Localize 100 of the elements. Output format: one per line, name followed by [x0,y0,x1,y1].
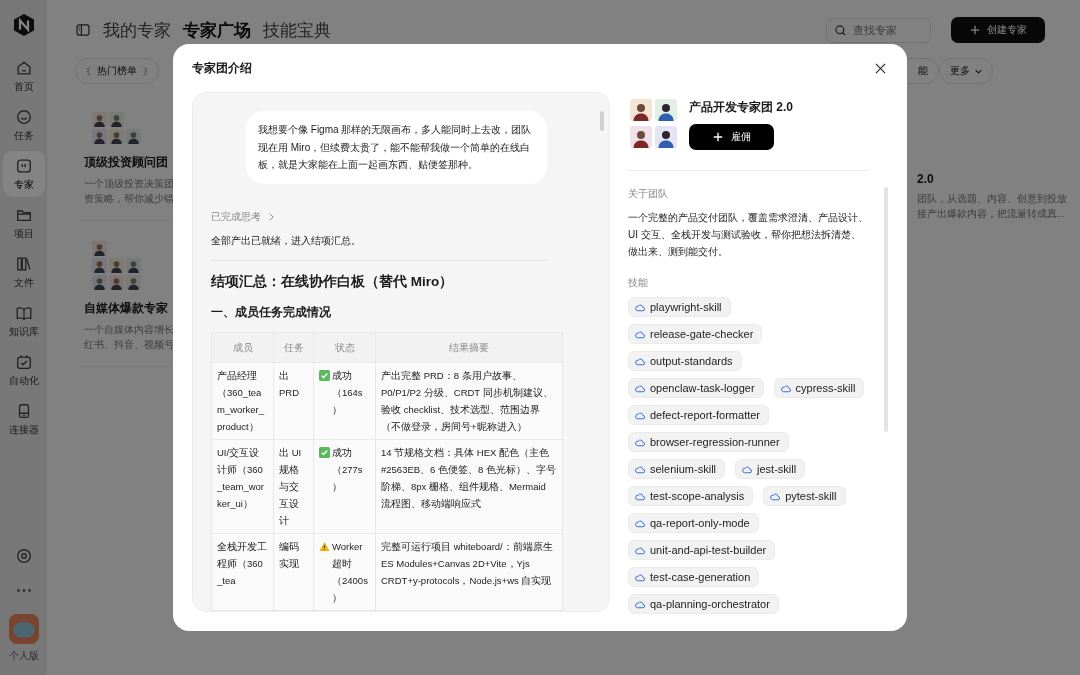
warning-icon [319,540,330,552]
skill-icon [742,464,753,474]
skill-icon [780,383,791,393]
check-icon [319,446,330,458]
account-label: 个人版 [8,649,39,663]
person-avatar [655,126,677,148]
column-header: 任务 [273,332,314,362]
header-tab[interactable]: 专家广场 [183,18,251,42]
skill-tag[interactable]: playwright-skill [628,297,731,317]
table-cell: 产出完整 PRD：8 条用户故事、P0/P1/P2 分级、CRDT 同步机制建议、验收 checklist、技术选型、范围边界（不做登录，房间号+昵称进入） [375,362,563,439]
skill-icon [635,464,645,474]
filter-chip[interactable]: 更多 [939,58,993,84]
nav-item[interactable]: 首页 [2,53,45,99]
settings-icon[interactable] [14,547,33,565]
person-avatar [92,258,107,273]
scrollbar-thumb[interactable] [600,111,604,131]
table-cell: 出 UI 规格与交互设计 [273,439,314,533]
person-avatar [92,275,107,290]
table-cell: UI/交互设计师（360_team_worker_ui） [211,439,274,533]
skill-tag[interactable]: selenium-skill [628,459,726,479]
skill-tag[interactable]: test-scope-analysis [628,486,754,506]
nav-item[interactable]: 连接器 [2,396,45,442]
sidebar-toggle-icon[interactable] [75,22,91,38]
skill-icon [635,545,645,555]
dialog-title: 专家团介绍 [192,59,252,77]
skill-tag[interactable]: qa-report-only-mode [628,513,759,533]
skill-tag[interactable]: qa-planning-orchestrator [628,594,779,614]
skill-tag[interactable]: cypress-skill [773,378,865,398]
status-text: 成功（277s） [332,445,364,494]
nav-item[interactable]: 知识库 [2,298,45,344]
expert-icon [14,156,33,175]
skill-icon [635,491,645,501]
skill-icon [635,572,645,582]
person-avatar [126,129,141,144]
person-avatar [109,112,124,127]
skill-tag[interactable]: unit-and-api-test-builder [628,540,776,560]
skill-tag[interactable]: release-gate-checker [628,324,763,344]
column-header: 结果摘要 [375,332,563,362]
close-icon[interactable] [875,62,886,74]
team-name: 产品开发专家团 2.0 [689,99,793,116]
section-label: 技能 [628,276,649,290]
skill-tag[interactable]: openclaw-task-logger [628,378,764,398]
person-avatar [109,129,124,144]
skill-tag[interactable]: test-case-generation [628,567,760,587]
nav-item[interactable]: 项目 [2,200,45,246]
table-cell: 完整可运行项目 whiteboard/：前端原生 ES Modules+Canvas 2D+Vite，Yjs CRDT+y-protocols，Node.js+ws 自实现 [375,533,563,610]
search-icon [834,23,847,37]
skill-tag[interactable]: pytest-skill [763,486,846,506]
header-tab[interactable]: 技能宝典 [263,18,331,42]
plus-icon [969,25,980,35]
plus-icon [712,132,723,142]
person-avatar [630,126,652,148]
skill-icon [635,599,645,609]
hire-button[interactable]: 雇佣 [689,124,774,150]
more-icon[interactable] [15,588,32,593]
table-cell: 编码实现 [273,533,314,610]
card-title: 自媒体爆款专家 [84,300,168,317]
card-title: 2.0 [917,172,934,186]
skill-icon [635,356,645,366]
person-avatar [109,275,124,290]
team-description: 一个完整的产品交付团队，覆盖需求澄清、产品设计、UI 交互、全栈开发与测试验收，帮你把想法拆清楚、做出来、测到能交付。 [628,211,869,259]
nav-item[interactable]: 任务 [2,102,45,148]
skill-tag[interactable]: browser-regression-runner [628,432,789,452]
table-cell: 出 PRD [273,362,314,439]
person-avatar [92,129,107,144]
person-avatar [126,258,141,273]
nav-item[interactable]: 文件 [2,249,45,295]
table-cell: 产品经理（360_team_worker_product） [211,362,274,439]
skill-tag[interactable]: output-standards [628,351,742,371]
section-label: 关于团队 [628,187,669,201]
skill-icon [635,437,645,447]
skill-tag[interactable]: jest-skill [735,459,806,479]
search-field[interactable]: 查找专家 [826,17,931,43]
status-text: Worker 超时（2400s） [332,539,369,605]
header-tab[interactable]: 我的专家 [103,18,171,42]
column-header: 状态 [313,332,376,362]
person-avatar [655,99,677,121]
nav-item[interactable]: 自动化 [2,347,45,393]
person-avatar [126,275,141,290]
skill-icon [635,410,645,420]
skill-icon [635,329,645,339]
skill-tag[interactable]: defect-report-formatter [628,405,770,425]
person-avatar [92,241,107,256]
column-header: 成员 [211,332,274,362]
create-expert-button[interactable]: 创建专家 [951,17,1045,43]
person-avatar [92,112,107,127]
caret-icon [975,68,982,74]
check-icon [319,369,330,381]
books-icon [14,254,33,273]
card-title: 顶级投资顾问团 [84,154,168,171]
skill-icon [635,383,645,393]
nav-item[interactable]: 专家 [2,151,45,197]
laurel-icon [142,65,148,77]
user-message: 我想要个像 Figma 那样的无限画布，多人能同时上去改，团队现在用 Miro，但续费太贵了，能不能帮我做一个简单的在线白板，就是大家能在上面一起画东西、贴便签那种。 [246,111,547,184]
status-text: 成功（164s） [332,368,364,417]
filter-chip[interactable]: 热门榜单 [75,58,159,84]
person-avatar [109,258,124,273]
person-avatar [630,99,652,121]
table-cell: 14 节规格文档：具体 HEX 配色（主色 #2563EB、6 色便签、8 色光标）、字号阶梯、8px 栅格、组件规格、Mermaid 流程图、移动端响应式 [375,439,563,533]
chat-icon [14,107,33,126]
